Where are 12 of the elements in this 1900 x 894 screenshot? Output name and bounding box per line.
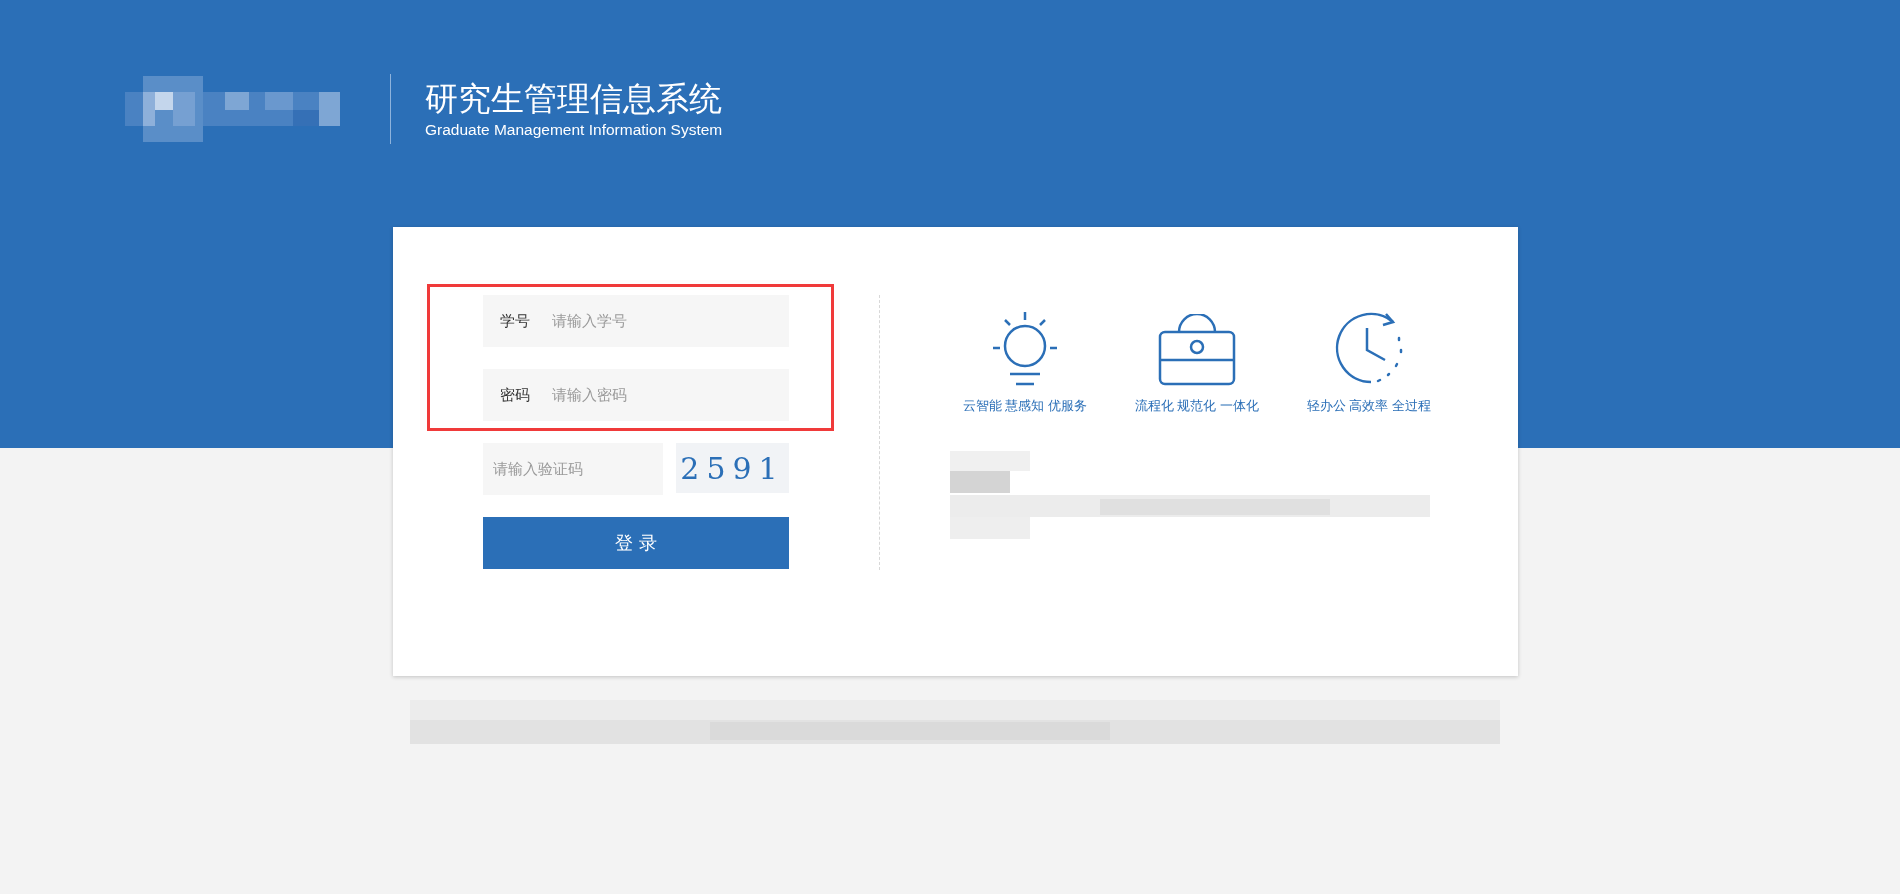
field-label: 学号 <box>500 311 530 331</box>
briefcase-icon <box>1158 314 1236 386</box>
system-subtitle: Graduate Management Information System <box>425 121 723 139</box>
feature-label: 轻办公 高效率 全过程 <box>1306 398 1432 415</box>
feature-label: 流程化 规范化 一体化 <box>1134 398 1260 415</box>
lightbulb-icon <box>992 310 1058 386</box>
system-title: 研究生管理信息系统 <box>425 79 723 119</box>
captcha-image[interactable]: 2591 <box>676 443 789 493</box>
captcha-field[interactable]: 请输入验证码 <box>483 443 663 495</box>
field-label: 密码 <box>500 385 530 405</box>
login-button[interactable]: 登 录 <box>483 517 789 569</box>
feature-label: 云智能 慧感知 优服务 <box>962 398 1088 415</box>
